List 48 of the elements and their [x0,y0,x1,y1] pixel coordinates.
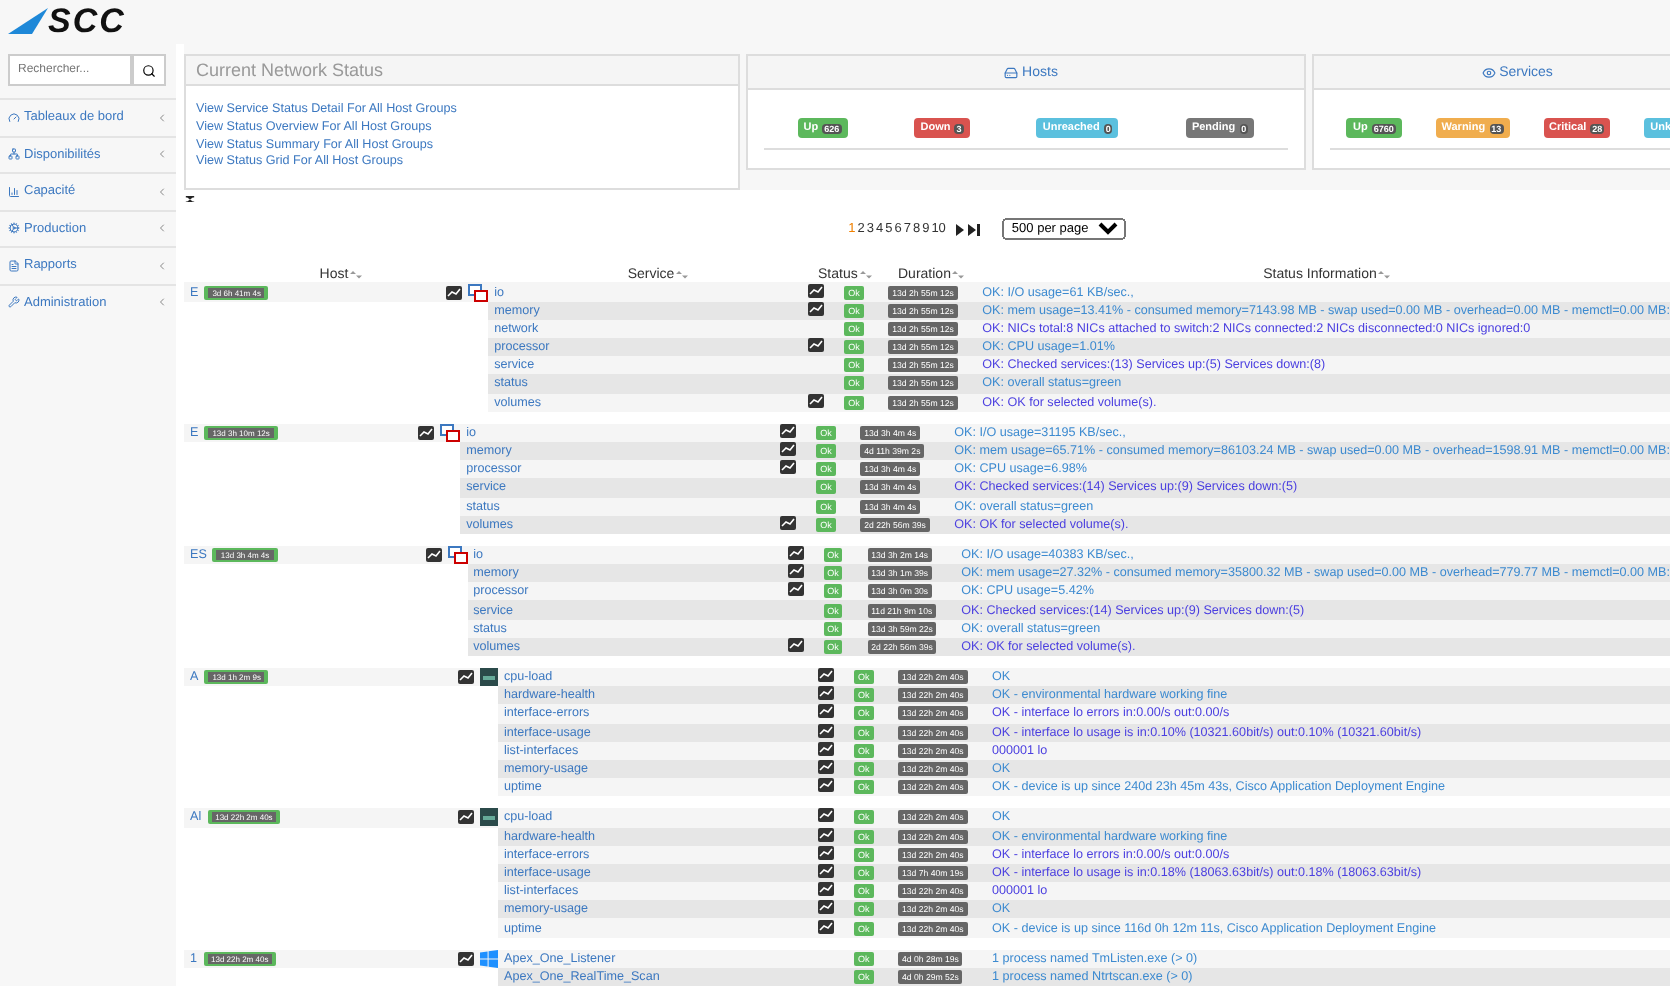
search-button[interactable] [132,54,166,86]
document-icon [8,259,20,272]
chevron-icon [156,259,168,272]
dashboard-icon [8,111,20,124]
search-icon [142,63,156,77]
graph-icon[interactable] [818,686,834,701]
graph-icon[interactable] [418,425,435,440]
graph-icon[interactable] [808,283,825,298]
eye-icon [1481,65,1496,79]
graph-icon[interactable] [446,285,463,300]
logo-text: SCC [48,2,126,42]
gear-icon [8,222,20,235]
graph-icon[interactable] [458,951,474,966]
collapse-icon[interactable] [184,196,196,203]
server-icon [1004,65,1019,79]
wrench-icon [8,296,20,309]
next-page-icon[interactable] [955,223,966,236]
chevron-icon [156,111,168,124]
graph-icon[interactable] [818,760,834,775]
windows-icon [480,949,498,968]
graph-icon[interactable] [787,582,804,597]
graph-icon[interactable] [818,882,834,897]
bar-chart-icon [8,185,20,198]
graph-icon[interactable] [818,900,834,915]
sitemap-icon [8,148,20,161]
graph-icon[interactable] [818,919,834,934]
graph-icon[interactable] [818,704,834,719]
chevron-icon [156,148,168,161]
chevron-icon [156,296,168,309]
graph-icon[interactable] [787,564,804,579]
graph-icon[interactable] [458,810,474,825]
graph-icon[interactable] [780,460,797,475]
panel-title: Current Network Status [186,56,738,87]
graph-icon[interactable] [425,547,442,562]
network-device-icon [480,668,498,687]
graph-icon[interactable] [808,338,825,353]
chevron-icon [156,185,168,198]
graph-icon[interactable] [458,670,474,685]
last-page-icon[interactable] [967,223,980,236]
graph-icon[interactable] [818,668,834,683]
graph-icon[interactable] [787,545,804,560]
graph-icon[interactable] [818,808,834,823]
chevron-icon [156,222,168,235]
network-device-icon [480,808,498,827]
graph-icon[interactable] [780,423,797,438]
graph-icon[interactable] [818,778,834,793]
graph-icon[interactable] [780,442,797,457]
logo-swoosh-icon [8,8,48,36]
